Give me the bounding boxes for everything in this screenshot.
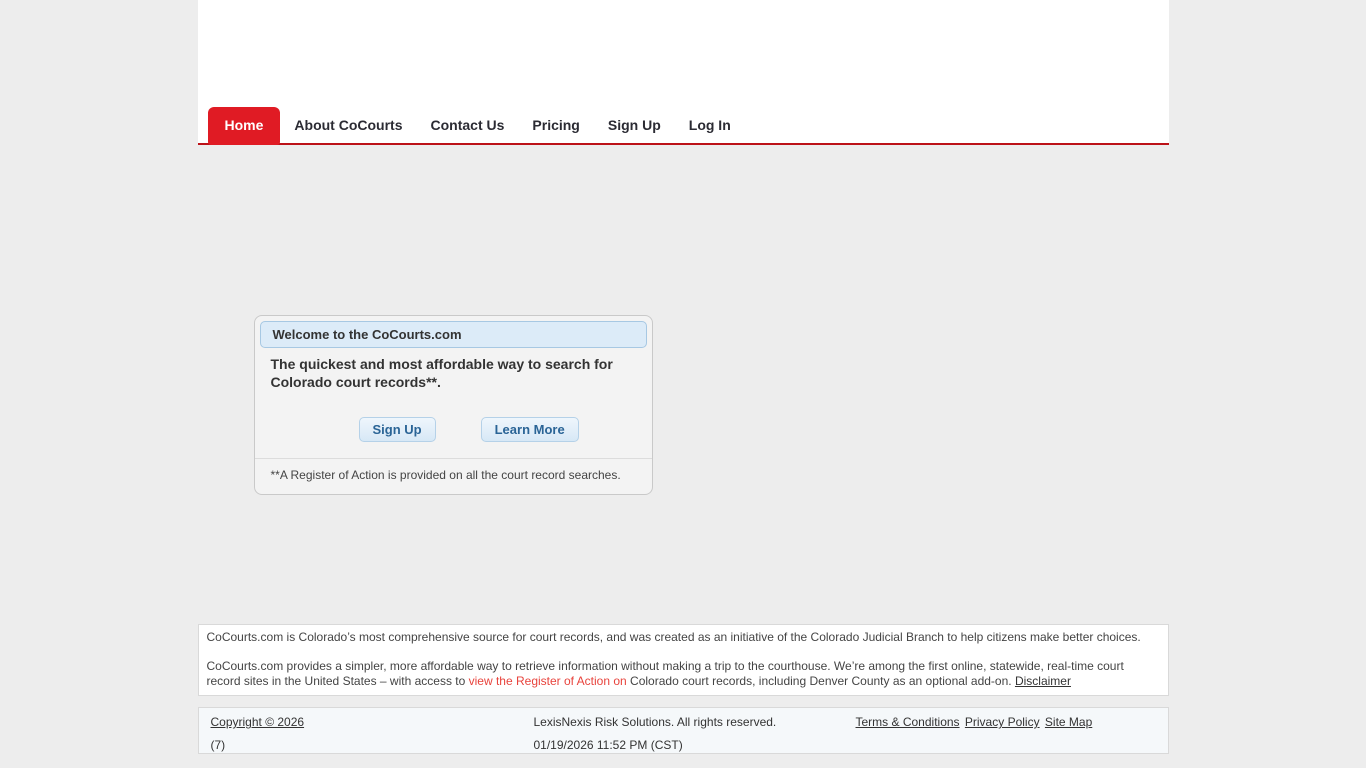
info-paragraph-2-text-cont: Colorado court records, including Denver… xyxy=(627,674,1015,688)
register-of-action-link[interactable]: view the Register of Action on xyxy=(469,674,627,688)
nav-tab-login[interactable]: Log In xyxy=(689,107,731,145)
welcome-panel-text: The quickest and most affordable way to … xyxy=(271,356,636,391)
footer: Copyright © 2026 (7) LexisNexis Risk Sol… xyxy=(198,707,1169,754)
site-map-link[interactable]: Site Map xyxy=(1045,715,1092,729)
info-paragraph-2: CoCourts.com provides a simpler, more af… xyxy=(207,659,1160,688)
privacy-policy-link[interactable]: Privacy Policy xyxy=(965,715,1040,729)
main-nav: Home About CoCourts Contact Us Pricing S… xyxy=(208,107,745,145)
nav-tab-contact[interactable]: Contact Us xyxy=(431,107,505,145)
welcome-button-row: Sign Up Learn More xyxy=(255,417,652,442)
footer-center: LexisNexis Risk Solutions. All rights re… xyxy=(534,715,777,752)
nav-tab-home[interactable]: Home xyxy=(208,107,281,145)
copyright-link[interactable]: Copyright © 2026 xyxy=(211,715,305,729)
sign-up-button[interactable]: Sign Up xyxy=(359,417,436,442)
info-paragraph-1: CoCourts.com is Colorado’s most comprehe… xyxy=(207,630,1160,644)
footer-right: Terms & Conditions Privacy Policy Site M… xyxy=(856,715,1095,729)
nav-tab-signup[interactable]: Sign Up xyxy=(608,107,661,145)
site-header: Home About CoCourts Contact Us Pricing S… xyxy=(198,0,1169,145)
welcome-panel-header[interactable]: Welcome to the CoCourts.com xyxy=(260,321,647,348)
nav-tab-pricing[interactable]: Pricing xyxy=(532,107,579,145)
timestamp-text: 01/19/2026 11:52 PM (CST) xyxy=(534,738,777,752)
company-text: LexisNexis Risk Solutions. All rights re… xyxy=(534,715,777,729)
terms-conditions-link[interactable]: Terms & Conditions xyxy=(856,715,960,729)
learn-more-button[interactable]: Learn More xyxy=(481,417,579,442)
info-panel: CoCourts.com is Colorado’s most comprehe… xyxy=(198,624,1169,696)
disclaimer-link[interactable]: Disclaimer xyxy=(1015,674,1071,688)
version-text: (7) xyxy=(211,738,305,752)
welcome-panel: Welcome to the CoCourts.com The quickest… xyxy=(254,315,653,495)
welcome-footnote: **A Register of Action is provided on al… xyxy=(255,459,652,494)
footer-left: Copyright © 2026 (7) xyxy=(211,715,305,752)
main-content: Welcome to the CoCourts.com The quickest… xyxy=(198,315,1169,754)
page-container: Home About CoCourts Contact Us Pricing S… xyxy=(198,0,1169,768)
nav-tab-about[interactable]: About CoCourts xyxy=(294,107,402,145)
